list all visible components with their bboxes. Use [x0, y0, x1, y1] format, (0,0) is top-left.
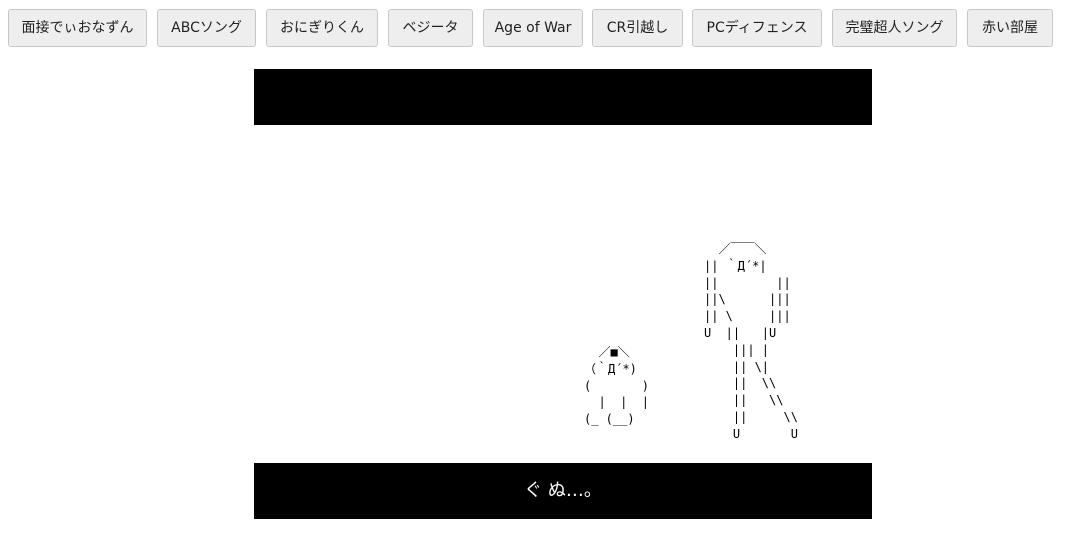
toolbar: 面接でぃおなずん ABCソング おにぎりくん ベジータ Age of War C… — [0, 9, 1083, 49]
ascii-art-tall-character: ／￣￣＼ || ｀Д´*| || || ||\ ||| || \ ||| U |… — [704, 242, 798, 441]
ascii-art-small-character: ／■＼ （｀Д´*) ( ) | | | (_ (__) — [584, 345, 650, 427]
dialogue-box: ぐ ぬ…。 — [254, 463, 872, 519]
button-kanpeki-chojin-song[interactable]: 完璧超人ソング — [832, 9, 957, 47]
button-age-of-war[interactable]: Age of War — [483, 9, 583, 47]
top-letterbox-bar — [254, 69, 872, 125]
button-cr-hikkoshi[interactable]: CR引越し — [592, 9, 683, 47]
button-onigiri-kun[interactable]: おにぎりくん — [266, 9, 378, 47]
button-akai-heya[interactable]: 赤い部屋 — [967, 9, 1053, 47]
button-vegeta[interactable]: ベジータ — [388, 9, 473, 47]
button-mensetsu[interactable]: 面接でぃおなずん — [8, 9, 147, 47]
button-pc-defense[interactable]: PCディフェンス — [692, 9, 822, 47]
button-abc-song[interactable]: ABCソング — [157, 9, 256, 47]
scene-stage: ／■＼ （｀Д´*) ( ) | | | (_ (__) ／￣￣＼ || ｀Д´… — [254, 69, 872, 519]
